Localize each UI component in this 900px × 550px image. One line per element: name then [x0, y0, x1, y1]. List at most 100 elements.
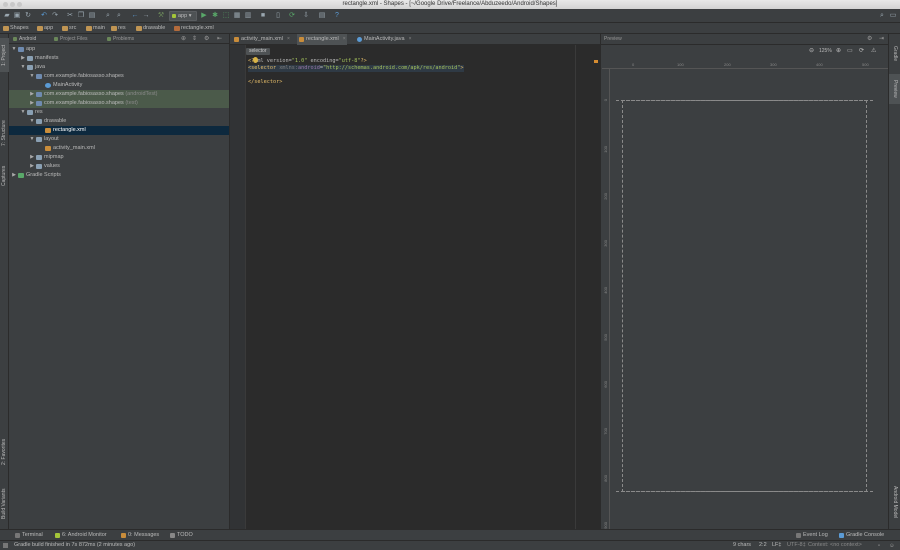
- collapsed-arrow-icon[interactable]: ▶: [29, 90, 35, 99]
- tree-item[interactable]: MainActivity: [9, 81, 229, 90]
- crumb-project[interactable]: Shapes: [2, 24, 29, 33]
- search-everywhere-icon[interactable]: ⌕: [878, 12, 886, 20]
- tab-preview[interactable]: Preview: [889, 74, 900, 104]
- refresh-icon[interactable]: ⟳: [859, 47, 864, 54]
- sync-icon[interactable]: ↻: [24, 12, 32, 20]
- close-tab-icon[interactable]: ×: [287, 34, 290, 45]
- expanded-arrow-icon[interactable]: ▼: [20, 108, 26, 117]
- close-tab-icon[interactable]: ×: [343, 34, 346, 45]
- tree-item[interactable]: ▼ drawable: [9, 117, 229, 126]
- cut-icon[interactable]: ✂: [66, 12, 74, 20]
- tree-item[interactable]: ▼ layout: [9, 135, 229, 144]
- crumb-main[interactable]: main: [85, 24, 105, 33]
- collapsed-arrow-icon[interactable]: ▶: [29, 99, 35, 108]
- file-encoding[interactable]: UTF-8‡: [787, 541, 806, 549]
- tree-item[interactable]: ▼ java: [9, 63, 229, 72]
- undo-icon[interactable]: ↶: [40, 12, 48, 20]
- collapsed-arrow-icon[interactable]: ▶: [11, 171, 17, 180]
- warnings-icon[interactable]: ⚠: [871, 47, 876, 54]
- profile-icon[interactable]: ▥: [244, 12, 252, 20]
- intention-bulb-icon[interactable]: [253, 57, 258, 63]
- scroll-from-source-icon[interactable]: ⊕: [181, 35, 186, 42]
- context-indicator[interactable]: Context: <no context>: [808, 541, 862, 549]
- project-structure-icon[interactable]: ▤: [318, 12, 326, 20]
- crumb-app[interactable]: app: [36, 24, 53, 33]
- debug-icon[interactable]: ✱: [211, 12, 219, 20]
- tree-item[interactable]: ▶ manifests: [9, 54, 229, 63]
- sync-gradle-icon[interactable]: ⟳: [288, 12, 296, 20]
- avd-manager-icon[interactable]: ▯: [274, 12, 282, 20]
- back-icon[interactable]: ←: [131, 12, 139, 20]
- tree-item[interactable]: ▶ Gradle Scripts: [9, 171, 229, 180]
- caret-position[interactable]: 2:2: [759, 541, 767, 549]
- forward-icon[interactable]: →: [142, 12, 150, 20]
- crumb-res[interactable]: res: [110, 24, 126, 33]
- sdk-manager-icon[interactable]: ⇩: [302, 12, 310, 20]
- event-log-icon[interactable]: ▭: [889, 12, 897, 20]
- stop-icon[interactable]: ■: [259, 12, 267, 20]
- breadcrumb-selector[interactable]: selector: [246, 48, 270, 55]
- replace-icon[interactable]: ⌕: [115, 12, 123, 20]
- hide-preview-icon[interactable]: ⇥: [879, 34, 884, 45]
- tab-rectangle[interactable]: rectangle.xml ×: [297, 34, 347, 45]
- tree-item[interactable]: ▼ res: [9, 108, 229, 117]
- line-separator[interactable]: LF‡: [772, 541, 781, 549]
- tab-main-activity[interactable]: MainActivity.java ×: [355, 34, 413, 45]
- open-folder-icon[interactable]: ▰: [3, 12, 11, 20]
- tab-project[interactable]: 1: Project: [0, 38, 9, 72]
- minimize-window-button[interactable]: [10, 2, 15, 7]
- expanded-arrow-icon[interactable]: ▼: [29, 135, 35, 144]
- hide-panel-icon[interactable]: ⇤: [217, 35, 222, 42]
- settings-gear-icon[interactable]: ⚙: [204, 35, 209, 42]
- tree-item[interactable]: ▶ com.example.fabiosasso.shapes (test): [9, 99, 229, 108]
- zoom-out-icon[interactable]: ⊖: [809, 47, 814, 54]
- code-editor[interactable]: [246, 45, 600, 529]
- zoom-to-fit-icon[interactable]: ▭: [847, 47, 853, 54]
- attach-debugger-icon[interactable]: ⬚: [222, 12, 230, 20]
- tree-item[interactable]: ▶ com.example.fabiosasso.shapes (androidT…: [9, 90, 229, 99]
- expanded-arrow-icon[interactable]: ▼: [11, 45, 17, 54]
- warning-marker[interactable]: [594, 60, 598, 63]
- close-window-button[interactable]: [3, 2, 8, 7]
- crumb-src[interactable]: src: [61, 24, 76, 33]
- find-icon[interactable]: ⌕: [104, 12, 112, 20]
- run-config-dropdown[interactable]: app ▾: [169, 11, 197, 21]
- expanded-arrow-icon[interactable]: ▼: [20, 63, 26, 72]
- tab-activity-main[interactable]: activity_main.xml ×: [232, 34, 291, 45]
- tab-android-model[interactable]: Android Model: [889, 478, 900, 526]
- tree-item[interactable]: ▼ app: [9, 45, 229, 54]
- close-tab-icon[interactable]: ×: [409, 34, 412, 45]
- toggle-tool-windows-icon[interactable]: [3, 543, 8, 548]
- expanded-arrow-icon[interactable]: ▼: [29, 117, 35, 126]
- expanded-arrow-icon[interactable]: ▼: [29, 72, 35, 81]
- paste-icon[interactable]: ▤: [88, 12, 96, 20]
- crumb-file[interactable]: rectangle.xml: [173, 24, 214, 33]
- collapsed-arrow-icon[interactable]: ▶: [29, 162, 35, 171]
- preview-settings-icon[interactable]: ⚙: [867, 34, 872, 45]
- tree-item[interactable]: activity_main.xml: [9, 144, 229, 153]
- tab-project-files[interactable]: Project Files: [53, 35, 88, 43]
- tree-item[interactable]: ▶ mipmap: [9, 153, 229, 162]
- zoom-in-icon[interactable]: ⊕: [836, 47, 841, 54]
- collapse-all-icon[interactable]: ⇕: [192, 35, 197, 42]
- run-icon[interactable]: ▶: [200, 12, 208, 20]
- tree-item[interactable]: ▼ com.example.fabiosasso.shapes: [9, 72, 229, 81]
- tab-captures[interactable]: Captures: [0, 160, 9, 192]
- tab-structure[interactable]: 7: Structure: [0, 112, 9, 154]
- tab-build-variants[interactable]: Build Variants: [0, 480, 9, 528]
- make-project-icon[interactable]: ⚒: [157, 12, 165, 20]
- tree-item[interactable]: rectangle.xml: [9, 126, 229, 135]
- redo-icon[interactable]: ↷: [51, 12, 59, 20]
- copy-icon[interactable]: ❐: [77, 12, 85, 20]
- tree-item[interactable]: ▶ values: [9, 162, 229, 171]
- tab-android-view[interactable]: Android: [12, 35, 36, 43]
- collapsed-arrow-icon[interactable]: ▶: [20, 54, 26, 63]
- tab-favorites[interactable]: 2: Favorites: [0, 432, 9, 472]
- zoom-window-button[interactable]: [17, 2, 22, 7]
- save-icon[interactable]: ▣: [13, 12, 21, 20]
- coverage-icon[interactable]: ▦: [233, 12, 241, 20]
- crumb-drawable[interactable]: drawable: [135, 24, 165, 33]
- collapsed-arrow-icon[interactable]: ▶: [29, 153, 35, 162]
- tab-gradle[interactable]: Gradle: [889, 40, 900, 68]
- help-icon[interactable]: ?: [333, 12, 341, 20]
